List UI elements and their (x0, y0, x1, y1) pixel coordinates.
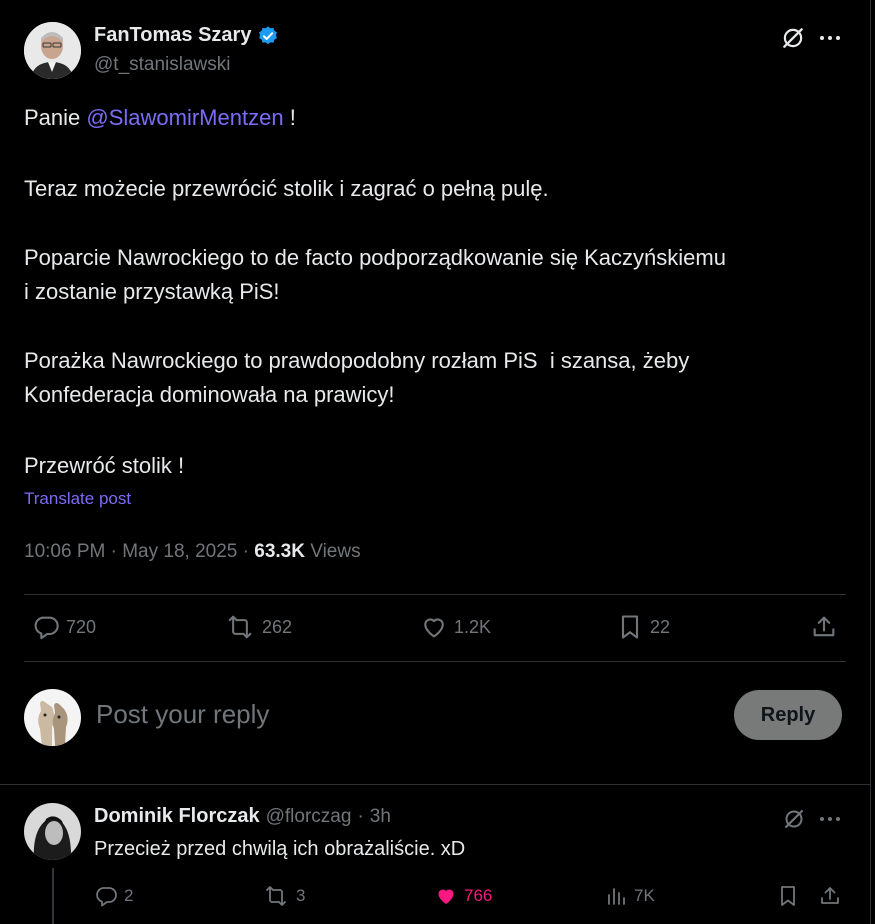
repost-action[interactable]: 262 (224, 613, 292, 641)
reply-views-count: 7K (634, 886, 655, 905)
reply-like-action[interactable]: 766 (434, 884, 492, 908)
reply-button[interactable]: Reply (734, 690, 842, 740)
repost-count: 262 (262, 616, 293, 637)
reply-icon (96, 887, 117, 907)
repost-icon (228, 615, 252, 639)
heart-filled-icon (438, 889, 454, 904)
reply-action[interactable]: 720 (32, 613, 96, 641)
views-label: Views (310, 541, 361, 562)
post-line-4a: Porażka Nawrockiego to prawdopodobny roz… (24, 348, 690, 373)
reply-share-action[interactable] (818, 884, 842, 908)
divider-top (24, 594, 846, 595)
bookmark-icon (621, 615, 639, 639)
share-icon (813, 616, 835, 637)
like-action[interactable]: 1.2K (420, 613, 491, 641)
reply-time[interactable]: 3h (370, 806, 391, 828)
share-icon (821, 887, 839, 904)
thread-line (52, 868, 54, 924)
repost-icon (266, 886, 286, 906)
heart-icon (424, 618, 444, 638)
reply-input[interactable]: Post your reply (96, 699, 269, 730)
post-date[interactable]: May 18, 2025 (122, 541, 237, 562)
current-user-avatar[interactable] (24, 689, 81, 746)
reply-views-action[interactable]: 7K (604, 884, 655, 908)
post-line-5: Przewróć stolik ! (24, 453, 185, 478)
reply-icon (34, 616, 59, 640)
grok-icon[interactable] (780, 25, 806, 56)
reply-grok-icon[interactable] (782, 807, 806, 836)
bookmark-action[interactable]: 22 (616, 613, 670, 641)
reply-reply-action[interactable]: 2 (94, 884, 133, 908)
reply-reply-count: 2 (124, 886, 134, 905)
post-time[interactable]: 10:06 PM (24, 541, 105, 562)
reply-author-name[interactable]: Dominik Florczak (94, 805, 260, 828)
author-handle[interactable]: @t_stanislawski (94, 54, 231, 76)
reply-author-handle[interactable]: @florczag (266, 806, 352, 828)
reply-more-options-icon[interactable] (818, 811, 842, 832)
reply-count: 720 (66, 616, 97, 637)
post-line-2: Teraz możecie przewrócić stolik i zagrać… (24, 176, 549, 201)
verified-badge-icon (257, 25, 279, 47)
reply-repost-count: 3 (296, 886, 306, 905)
post-meta: 10:06 PM · May 18, 2025 · 63.3K Views (24, 541, 361, 562)
like-count: 1.2K (454, 616, 492, 637)
translate-post-link[interactable]: Translate post (24, 489, 131, 509)
author-avatar[interactable] (24, 22, 81, 79)
analytics-icon (608, 888, 625, 905)
share-action[interactable] (810, 613, 838, 641)
mention-link[interactable]: @SlawomirMentzen (86, 105, 283, 130)
more-options-icon[interactable] (818, 30, 842, 51)
bookmark-icon (781, 886, 795, 906)
reply-like-count: 766 (464, 886, 493, 905)
post-line-3a: Poparcie Nawrockiego to de facto podporz… (24, 245, 726, 270)
reply-bookmark-action[interactable] (776, 884, 800, 908)
reply-author-avatar[interactable] (24, 803, 81, 860)
reply-text: Przecież przed chwilą ich obrażaliście. … (94, 838, 466, 860)
post-line-4b: Konfederacja dominowała na prawicy! (24, 382, 395, 407)
bookmark-count: 22 (650, 616, 671, 637)
post-line-1: Panie @SlawomirMentzen ! (24, 105, 296, 130)
author-name[interactable]: FanTomas Szary (94, 24, 251, 47)
views-count: 63.3K (254, 541, 305, 562)
divider-bottom (24, 661, 846, 662)
composer-divider (0, 784, 870, 785)
reply-repost-action[interactable]: 3 (262, 884, 305, 908)
post-line-3b: i zostanie przystawką PiS! (24, 279, 280, 304)
